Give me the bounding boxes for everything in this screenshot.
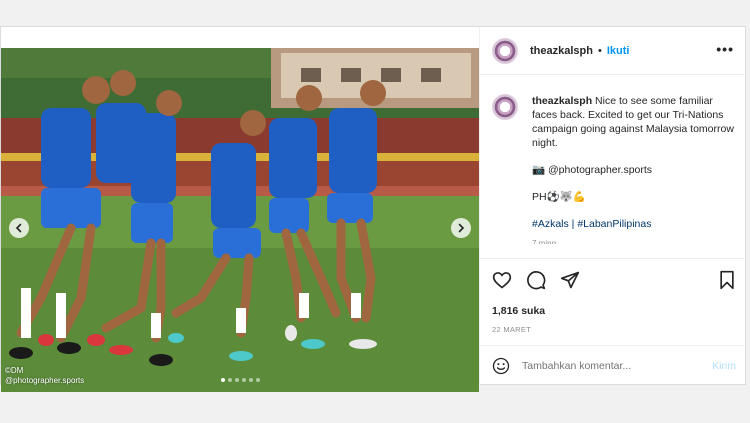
- post-sidebar: theazkalsph • Ikuti ••• theazkalsph Nice…: [479, 27, 748, 386]
- carousel-dot: [227, 378, 232, 382]
- carousel-dot: [241, 378, 246, 382]
- action-icons: [492, 269, 736, 291]
- caption-hashtags[interactable]: #Azkals | #LabanPilipinas: [532, 217, 737, 231]
- post-actions: 1,816 suka 22 MARET: [480, 258, 748, 350]
- avatar[interactable]: [492, 37, 518, 64]
- photo-credit-line-1: ©DM: [5, 366, 24, 375]
- chevron-left-icon: [15, 223, 22, 233]
- post-header: theazkalsph • Ikuti •••: [480, 27, 748, 75]
- post-date: 22 MARET: [492, 325, 532, 334]
- heart-icon[interactable]: [492, 270, 512, 290]
- bookmark-icon[interactable]: [718, 270, 736, 290]
- next-photo-button[interactable]: [451, 218, 471, 238]
- instagram-post: ©DM @photographer.sports theazkalsph • I…: [0, 26, 748, 392]
- carousel-dot: [220, 378, 225, 382]
- browser-top-strip: [0, 0, 750, 26]
- likes-count[interactable]: 1,816 suka: [492, 305, 736, 317]
- caption-text: theazkalsph Nice to see some familiar fa…: [532, 94, 737, 150]
- comment-icon[interactable]: [526, 270, 546, 290]
- prev-photo-button[interactable]: [9, 218, 29, 238]
- header-separator: •: [597, 44, 602, 57]
- photo-credit: ©DM @photographer.sports: [5, 366, 84, 386]
- header-username[interactable]: theazkalsph: [530, 45, 593, 57]
- follow-button[interactable]: Ikuti: [607, 45, 630, 57]
- more-options-icon[interactable]: •••: [716, 41, 734, 57]
- post-photo[interactable]: ©DM @photographer.sports: [1, 48, 479, 392]
- share-icon[interactable]: [560, 270, 580, 290]
- carousel-dot: [255, 378, 260, 382]
- training-photo-illustration: [1, 48, 479, 392]
- caption-avatar[interactable]: [492, 94, 518, 120]
- emoji-icon[interactable]: [492, 357, 510, 375]
- caption-area: theazkalsph Nice to see some familiar fa…: [480, 76, 748, 258]
- chevron-right-icon: [458, 223, 465, 233]
- photo-credit-line-2: @photographer.sports: [5, 376, 85, 385]
- post-comment-button[interactable]: Kirim: [712, 360, 736, 372]
- caption-emoji-line: PH⚽🐺💪: [532, 191, 586, 203]
- comment-input[interactable]: [522, 360, 713, 372]
- carousel-dot: [234, 378, 239, 382]
- caption-photographer: 📷 @photographer.sports: [532, 164, 653, 176]
- caption-username[interactable]: theazkalsph: [532, 95, 592, 107]
- carousel-dot: [248, 378, 253, 382]
- comment-bar: Kirim: [480, 345, 748, 386]
- caption-time: 7 ming: [532, 239, 557, 244]
